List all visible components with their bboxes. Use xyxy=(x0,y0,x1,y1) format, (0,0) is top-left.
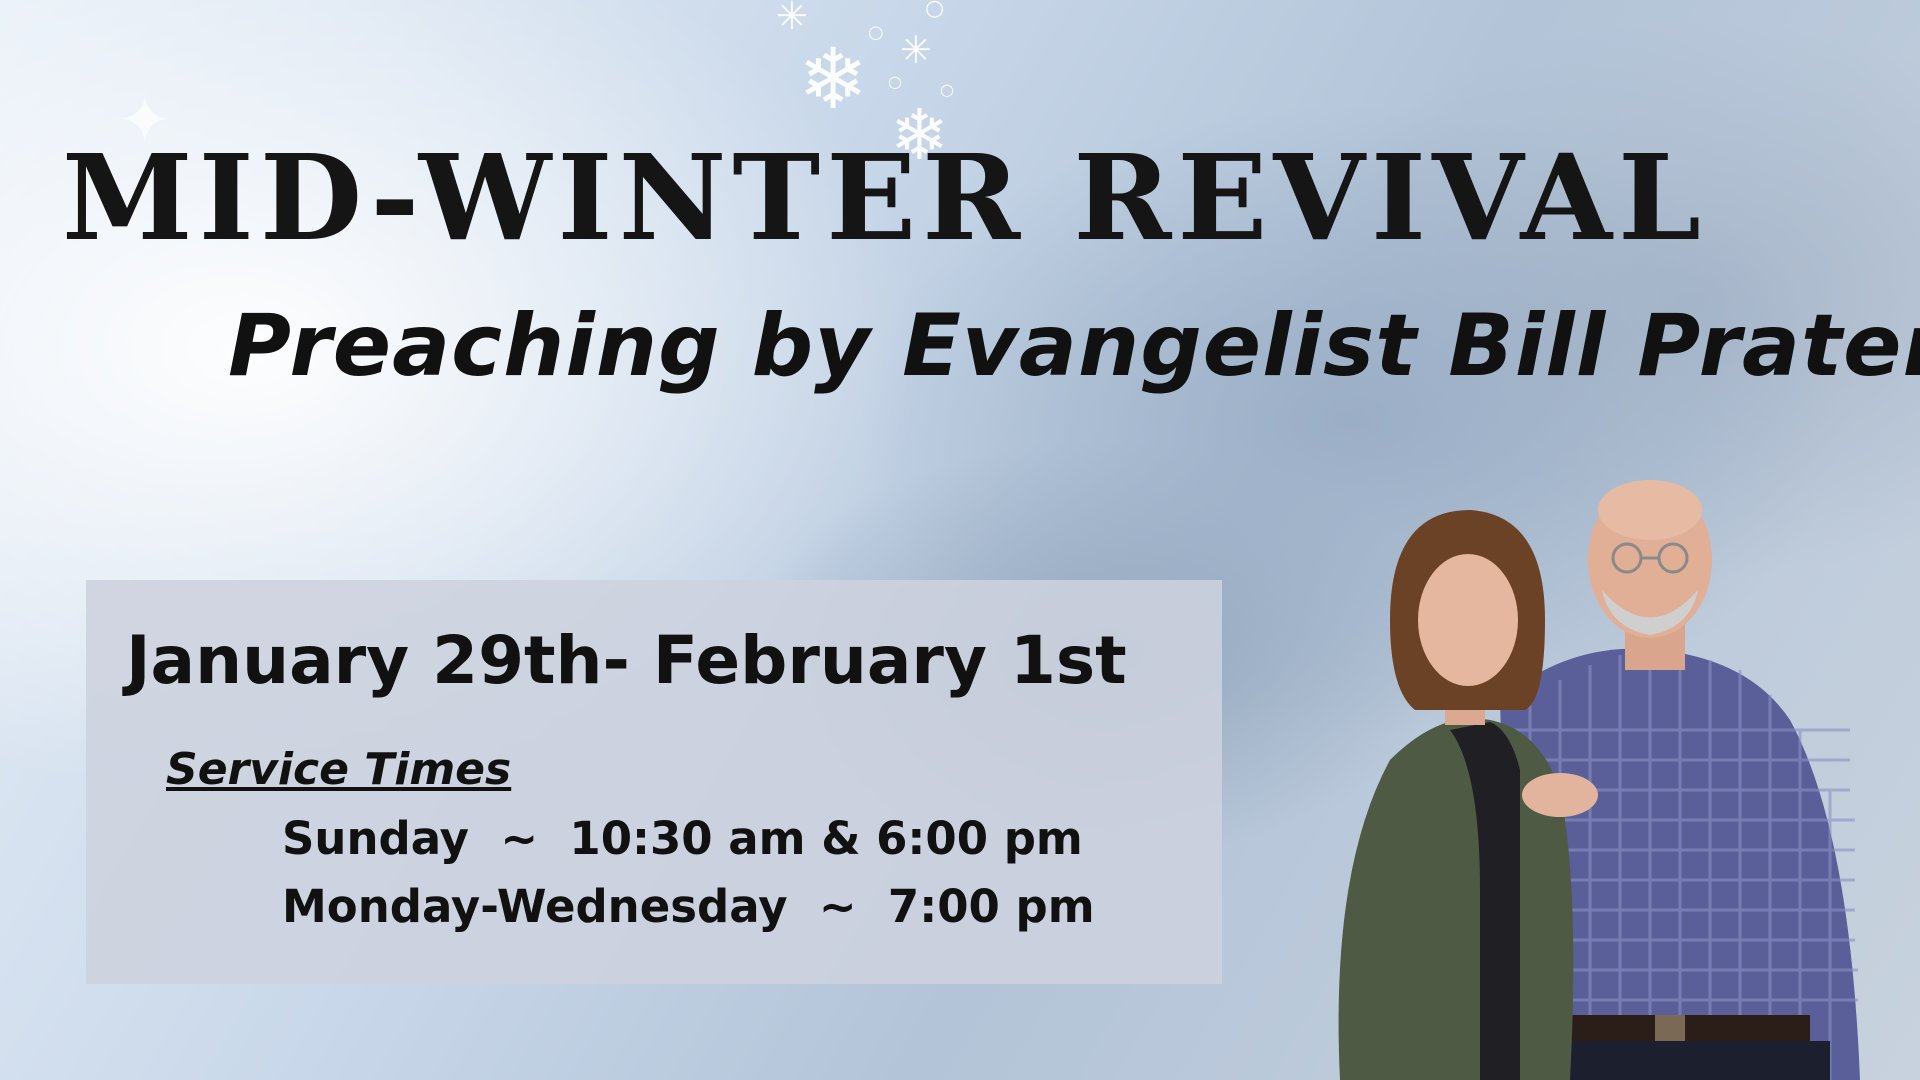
snowflake-icon: ○ xyxy=(940,80,954,99)
snowflake-icon: ❄ xyxy=(798,30,869,128)
snowflake-icon: ✳ xyxy=(900,28,932,72)
snowflake-icon: ○ xyxy=(925,0,945,21)
service-time-weekday: Monday-Wednesday ~ 7:00 pm xyxy=(282,880,1095,933)
snowflake-icon: ○ xyxy=(868,22,884,43)
evangelist-couple-photo xyxy=(1338,480,1860,1080)
event-info-box: January 29th- February 1st Service Times… xyxy=(86,580,1222,984)
event-subtitle: Preaching by Evangelist Bill Prater xyxy=(228,296,1920,396)
service-times-label: Service Times xyxy=(166,744,512,795)
event-title: MID-WINTER REVIVAL xyxy=(62,128,1707,267)
event-dates: January 29th- February 1st xyxy=(126,622,1127,699)
service-time-sunday: Sunday ~ 10:30 am & 6:00 pm xyxy=(282,812,1083,865)
snowflake-icon: ○ xyxy=(888,72,902,91)
